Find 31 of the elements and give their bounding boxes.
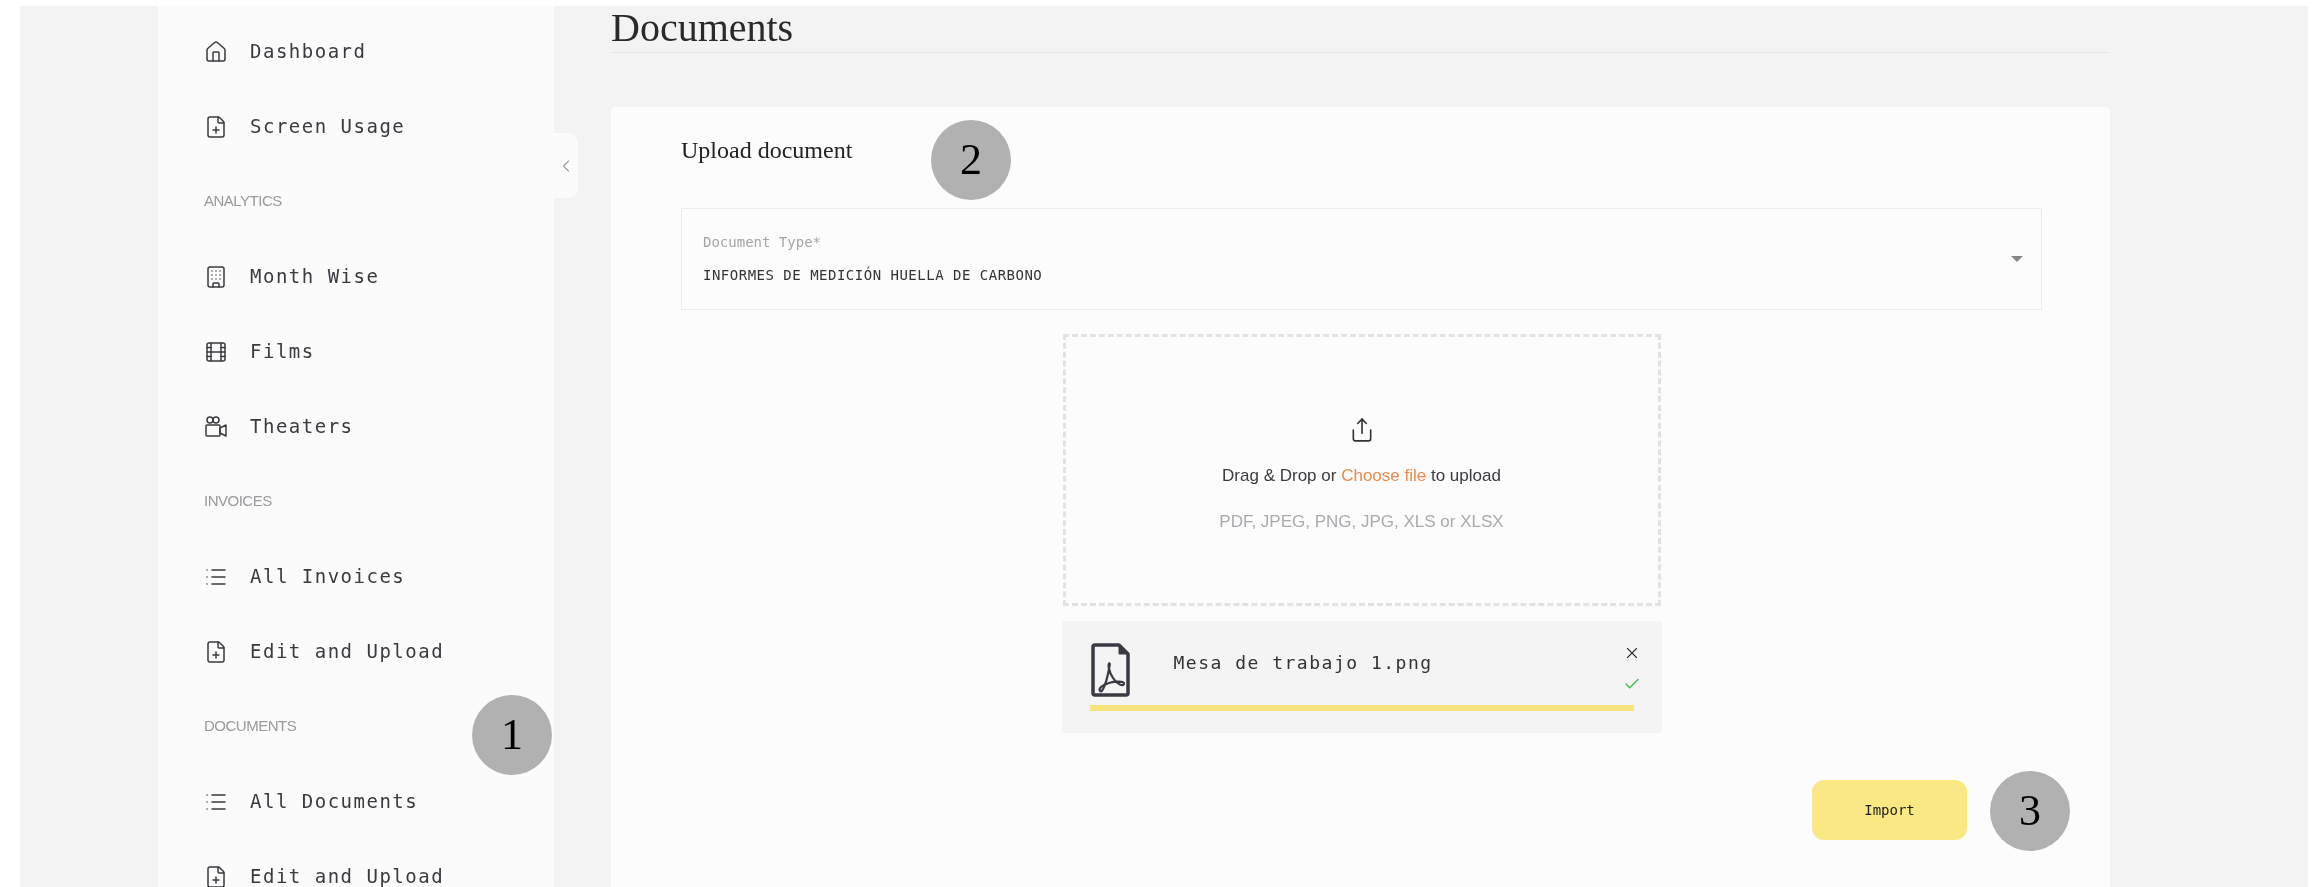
- sidebar-item[interactable]: Films: [204, 337, 315, 366]
- sidebar-item[interactable]: All Invoices: [204, 562, 406, 591]
- accepted-formats: PDF, JPEG, PNG, JPG, XLS or XLSX: [1219, 510, 1504, 533]
- sidebar-item[interactable]: Month Wise: [204, 262, 380, 291]
- sidebar-item[interactable]: Theaters: [204, 412, 354, 441]
- file-plus-icon: [204, 639, 228, 664]
- house-icon: [204, 39, 228, 64]
- document-type-select[interactable]: Document Type* INFORMES DE MEDICIÓN HUELLA DE CARBONO: [681, 208, 2042, 310]
- sidebar-item[interactable]: Screen Usage: [204, 112, 406, 141]
- section-heading: INVOICES: [204, 491, 272, 512]
- section-heading: ANALYTICS: [204, 191, 282, 212]
- file-plus-icon: [204, 114, 228, 139]
- file-name: Mesa de trabajo 1.png: [1173, 651, 1434, 675]
- field-value: INFORMES DE MEDICIÓN HUELLA DE CARBONO: [703, 265, 1044, 285]
- card-title: Upload document: [681, 136, 853, 165]
- section-heading: DOCUMENTS: [204, 716, 297, 737]
- import-button[interactable]: Import: [1812, 780, 1967, 840]
- building-icon: [204, 264, 228, 289]
- page-title: Documents: [611, 6, 794, 50]
- sidebar-item[interactable]: Edit and Upload: [204, 637, 445, 666]
- field-label: Document Type*: [703, 233, 822, 252]
- video-camera-icon: [204, 414, 228, 439]
- dropzone[interactable]: Drag & Drop or Choose file to upload PDF, JPEG, PNG, JPG, XLS or XLSX: [1062, 334, 1661, 606]
- file-plus-icon: [204, 864, 228, 887]
- film-icon: [204, 339, 228, 364]
- pdf-file-icon: [1089, 643, 1130, 697]
- sidebar-item[interactable]: All Documents: [204, 787, 419, 816]
- sidebar-item[interactable]: Dashboard: [204, 37, 367, 66]
- dropzone-prompt: Drag & Drop or Choose file to upload: [1222, 465, 1501, 487]
- dropdown-caret-icon: [2011, 256, 2023, 262]
- sidebar-item[interactable]: Edit and Upload: [204, 862, 445, 887]
